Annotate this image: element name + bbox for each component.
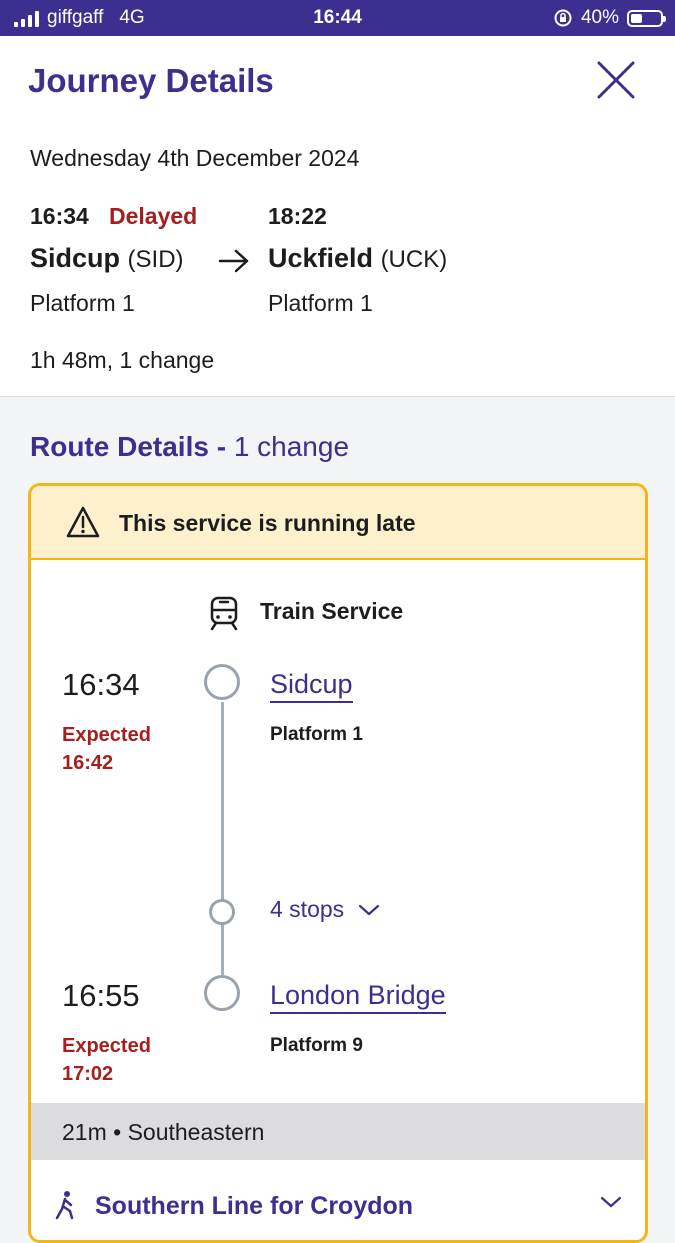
delay-alert: This service is running late xyxy=(31,486,645,560)
arrival-station-code: (UCK) xyxy=(380,246,448,273)
route-card: This service is running late Train Servi… xyxy=(28,483,648,1243)
journey-duration: 1h 48m, 1 change xyxy=(30,347,215,373)
leg-info-bar: 21m • Southeastern xyxy=(31,1103,645,1160)
departure-station-code: (SID) xyxy=(127,246,184,273)
warning-icon xyxy=(66,506,100,538)
route-change-count: 1 change xyxy=(233,431,350,462)
stop-expected-time: Expected 17:02 xyxy=(62,1035,151,1085)
battery-percent: 40% xyxy=(580,7,619,28)
arrival-station-name: Uckfield xyxy=(268,243,374,273)
status-bar: giffgaff 4G 16:44 40% xyxy=(0,0,675,36)
arrow-right-icon xyxy=(218,249,249,273)
close-icon[interactable] xyxy=(594,58,638,102)
journey-summary: Journey Details Wednesday 4th December 2… xyxy=(0,36,675,397)
page-title: Journey Details xyxy=(28,62,274,99)
next-leg-label: Southern Line for Croydon xyxy=(95,1192,414,1220)
arrival-station: Uckfield (UCK) xyxy=(268,243,447,274)
arrival-time: 18:22 xyxy=(268,203,327,229)
route-details-heading: Route Details - 1 change xyxy=(30,431,349,463)
stop-marker xyxy=(204,664,240,700)
intermediate-stops-label: 4 stops xyxy=(270,896,345,922)
stop-expected-time: Expected 16:42 xyxy=(62,724,151,774)
battery-icon xyxy=(627,9,666,27)
stop-name-link[interactable]: London Bridge xyxy=(270,980,446,1014)
next-leg-row[interactable]: Southern Line for Croydon xyxy=(31,1160,645,1240)
stop-platform: Platform 1 xyxy=(270,724,363,745)
delay-alert-text: This service is running late xyxy=(119,510,416,536)
arrival-platform: Platform 1 xyxy=(268,290,373,316)
train-service-label: Train Service xyxy=(260,598,404,624)
stop-name-link[interactable]: Sidcup xyxy=(270,669,353,703)
battery-fill xyxy=(631,13,642,23)
journey-date: Wednesday 4th December 2024 xyxy=(30,145,360,171)
departure-platform: Platform 1 xyxy=(30,290,135,316)
stop-time: 16:34 xyxy=(62,667,140,702)
departure-station-name: Sidcup xyxy=(30,243,121,273)
intermediate-stops-toggle[interactable]: 4 stops xyxy=(270,896,380,923)
rotation-lock-icon xyxy=(554,9,572,27)
intermediate-stops-marker xyxy=(209,899,235,925)
route-line xyxy=(221,702,224,975)
route-details-title: Route Details - xyxy=(30,431,227,462)
chevron-down-icon xyxy=(359,904,380,915)
stop-platform: Platform 9 xyxy=(270,1035,363,1056)
departure-station: Sidcup (SID) xyxy=(30,243,184,274)
stop-marker xyxy=(204,975,240,1011)
leg-info: 21m • Southeastern xyxy=(62,1119,265,1145)
departure-time: 16:34 xyxy=(30,203,89,229)
delayed-status: Delayed xyxy=(109,203,198,229)
walk-icon xyxy=(55,1191,74,1220)
train-icon xyxy=(210,596,238,631)
chevron-down-icon xyxy=(600,1196,622,1208)
stop-time: 16:55 xyxy=(62,978,140,1013)
